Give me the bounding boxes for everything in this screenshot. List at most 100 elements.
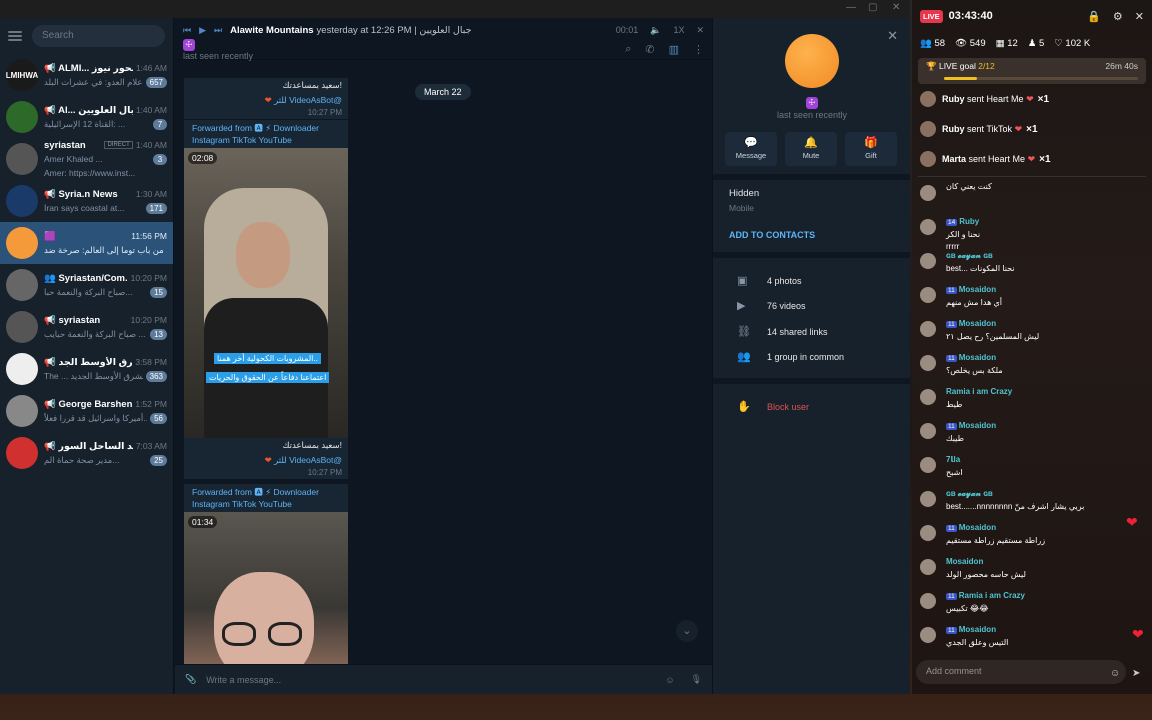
live-comment[interactable]: 7ﺎla اشبح bbox=[912, 453, 1152, 487]
message-caption: سعيد بمساعدتك! bbox=[282, 440, 342, 450]
live-comment[interactable]: 11 Ramia i am Crazy تكبيس 😂😂 bbox=[912, 589, 1152, 623]
chat-list-item[interactable]: ALMIHWAR 📢 ALMI... المحور نيوز - 1:46 AM… bbox=[0, 54, 173, 96]
media-links[interactable]: ⛓ 14 shared links bbox=[737, 325, 828, 338]
maximize-icon[interactable]: ▢ bbox=[868, 2, 877, 13]
bot-link[interactable]: للثر VideoAsBot@ bbox=[274, 455, 342, 465]
chat-name: 📢 الشرق الأوسط الجد... bbox=[44, 356, 133, 368]
comment-user[interactable]: Mosaidon bbox=[959, 421, 996, 430]
live-comment[interactable]: Mosaidon ليش حاسه محصور الولد bbox=[912, 555, 1152, 589]
chat-list-item[interactable]: 📢 syriastan 10:20 PM صباح البركة والنعمة … bbox=[0, 306, 173, 348]
comment-user[interactable]: Mosaidon bbox=[959, 523, 996, 532]
heart-reaction-icon: ❤ bbox=[1126, 514, 1138, 530]
media-videos[interactable]: ▶ 76 videos bbox=[737, 299, 806, 312]
message-bubble[interactable]: Forwarded from 🅰 ⚡ Downloader Instagram T… bbox=[184, 484, 348, 672]
media-photos[interactable]: ▣ 4 photos bbox=[737, 274, 802, 287]
close-panel-icon[interactable]: ✕ bbox=[887, 28, 898, 44]
video-thumbnail[interactable]: 01:34 bbox=[184, 512, 348, 672]
chat-list-item[interactable]: syriastan DIRECT 1:40 AM Amer Khaled ... 3 … bbox=[0, 138, 173, 180]
group-icon: 👥 bbox=[737, 351, 751, 363]
chat-tag: DIRECT bbox=[104, 141, 133, 149]
live-comment[interactable]: 11 Mosaidon التيس وعلق الجدي bbox=[912, 623, 1152, 657]
live-comment[interactable]: 11 Mosaidon ملكة بس يخلص؟ bbox=[912, 351, 1152, 385]
minimize-icon[interactable]: — bbox=[846, 2, 856, 13]
chat-preview: من باب توما إلى العالم: صرخة ضد ... bbox=[44, 244, 167, 255]
comment-user[interactable]: Ruby bbox=[959, 217, 979, 226]
chat-time: 3:58 PM bbox=[135, 357, 167, 367]
search-icon[interactable]: ⌕ bbox=[625, 43, 631, 56]
hamburger-menu-icon[interactable] bbox=[8, 31, 22, 41]
emoji-icon[interactable]: ☺ bbox=[1110, 668, 1120, 679]
comment-user[interactable]: Mosaidon bbox=[959, 625, 996, 634]
groups-in-common[interactable]: 👥 1 group in common bbox=[737, 350, 844, 363]
chat-list-item[interactable]: 👥 Syriastan/Com... 10:20 PM صباح البركة و… bbox=[0, 264, 173, 306]
chat-list-item[interactable]: 📢 Al... جبال العلويين1:40 AM القناة 12 ا… bbox=[0, 96, 173, 138]
avatar bbox=[920, 185, 936, 201]
close-window-icon[interactable]: ✕ bbox=[892, 2, 900, 13]
live-comment[interactable]: كنت يعني كان bbox=[912, 181, 1152, 215]
chat-preview: The ... الشرق الأوسط الجديد bbox=[44, 370, 143, 381]
search-input[interactable]: Search bbox=[32, 25, 165, 47]
live-comment[interactable]: ɢʙ 𝓮𝓪𝔂𝓪𝓷 ɢʙ best.......nnnnnnnn بريي يشا… bbox=[912, 487, 1152, 521]
live-comment[interactable]: ɢʙ 𝓮𝓪𝔂𝓪𝓷 ɢʙ best... نحنا المكونات bbox=[912, 249, 1152, 283]
comment-user[interactable]: Mosaidon bbox=[946, 557, 983, 566]
live-goal[interactable]: 🏆 LIVE goal 2/12 26m 40s bbox=[918, 58, 1146, 84]
gift-button[interactable]: 🎁 Gift bbox=[845, 132, 897, 166]
forwarded-from[interactable]: Forwarded from 🅰 ⚡ Downloader Instagram T… bbox=[184, 484, 348, 512]
chat-list-item[interactable]: 📢 George Barshen ...1:52 PM أميركا واسرا… bbox=[0, 390, 173, 432]
chat-list-item[interactable]: 🟪 11:56 PM من باب توما إلى العالم: صرخة ض… bbox=[0, 222, 173, 264]
comment-user[interactable]: Mosaidon bbox=[959, 353, 996, 362]
avatar[interactable] bbox=[785, 34, 839, 88]
video-thumbnail[interactable]: 02:08 المشروبات الكحولية أخر همنا.. اعتم… bbox=[184, 148, 348, 438]
block-user-button[interactable]: ✋ Block user bbox=[737, 400, 809, 413]
attach-icon[interactable]: 📎 bbox=[185, 674, 196, 685]
emoji-icon[interactable]: ☺ bbox=[665, 675, 674, 685]
comment-user[interactable]: 7ﺎla bbox=[946, 455, 960, 464]
comment-user[interactable]: Mosaidon bbox=[959, 319, 996, 328]
send-icon[interactable]: ➤ bbox=[1132, 668, 1140, 679]
comment-user[interactable]: ɢʙ 𝓮𝓪𝔂𝓪𝓷 ɢʙ bbox=[946, 489, 993, 498]
chat-list-item[interactable]: 📢 Syria.n News 1:30 AM İran says coastal … bbox=[0, 180, 173, 222]
microphone-icon[interactable]: 🎙 bbox=[691, 674, 702, 685]
comment-user[interactable]: Ramia i am Crazy bbox=[959, 591, 1025, 600]
close-player-icon[interactable]: ✕ bbox=[696, 25, 704, 36]
playback-speed[interactable]: 1X bbox=[673, 25, 684, 36]
live-comment[interactable]: 11 Mosaidon أي هدا مش منهم bbox=[912, 283, 1152, 317]
message-bubble[interactable]: سعيد بمساعدتك! ❤ للثر VideoAsBot@ 10:27 … bbox=[184, 78, 348, 119]
sidebar-toggle-icon[interactable]: ▥ bbox=[669, 43, 679, 56]
chat-list-item[interactable]: 📢 مرصد الساحل السور...7:03 AM مدير صحة ح… bbox=[0, 432, 173, 474]
comment-text: طيبك bbox=[946, 434, 964, 443]
comment-user[interactable]: Ramia i am Crazy bbox=[946, 387, 1012, 396]
live-comment[interactable]: 11 Mosaidon زراطة مستقيم زراطة مستقيم bbox=[912, 521, 1152, 555]
settings-icon[interactable]: ⚙ bbox=[1113, 10, 1123, 23]
avatar: ALMIHWAR bbox=[6, 59, 38, 91]
mute-button[interactable]: 🔔 Mute bbox=[785, 132, 837, 166]
next-track-icon[interactable]: ⏭ bbox=[214, 25, 222, 36]
volume-icon[interactable]: 🔈 bbox=[650, 25, 661, 36]
live-comment[interactable]: 14 Ruby نحنا و الكر rrrrr bbox=[912, 215, 1152, 251]
previous-track-icon[interactable]: ⏮ bbox=[183, 25, 191, 36]
lock-icon[interactable]: 🔒 bbox=[1087, 10, 1101, 23]
live-comment[interactable]: Ramia i am Crazy طيط bbox=[912, 385, 1152, 419]
live-comment[interactable]: 11 Mosaidon طيبك bbox=[912, 419, 1152, 453]
call-icon[interactable]: ✆ bbox=[645, 43, 654, 56]
add-comment-input[interactable]: Add comment bbox=[916, 660, 1126, 684]
chat-list-item[interactable]: 📢 الشرق الأوسط الجد...3:58 PM The ... ال… bbox=[0, 348, 173, 390]
message-bubble[interactable]: Forwarded from 🅰 ⚡ Downloader Instagram T… bbox=[184, 120, 348, 479]
scroll-down-icon[interactable]: ⌄ bbox=[676, 620, 698, 642]
play-icon[interactable]: ▶ bbox=[199, 25, 206, 36]
comment-user[interactable]: ɢʙ 𝓮𝓪𝔂𝓪𝓷 ɢʙ bbox=[946, 251, 993, 260]
comment-user[interactable]: Mosaidon bbox=[959, 285, 996, 294]
message-input[interactable]: Write a message... bbox=[206, 675, 665, 685]
live-comment[interactable]: 11 Mosaidon ليش المسلمين؟ رح يصل ٢١ bbox=[912, 317, 1152, 351]
avatar bbox=[6, 143, 38, 175]
add-to-contacts-button[interactable]: ADD TO CONTACTS bbox=[729, 230, 815, 240]
bot-link[interactable]: للثر VideoAsBot@ bbox=[274, 95, 342, 105]
close-live-icon[interactable]: ✕ bbox=[1135, 10, 1144, 23]
message-button[interactable]: 💬 Message bbox=[725, 132, 777, 166]
chat-time: 1:40 AM bbox=[135, 105, 167, 115]
viewers-stat: 👥 58 bbox=[920, 37, 946, 49]
chat-time: 10:20 PM bbox=[130, 315, 167, 325]
more-options-icon[interactable]: ⋮ bbox=[693, 43, 704, 56]
forwarded-from[interactable]: Forwarded from 🅰 ⚡ Downloader Instagram T… bbox=[184, 120, 348, 148]
avatar bbox=[920, 593, 936, 609]
